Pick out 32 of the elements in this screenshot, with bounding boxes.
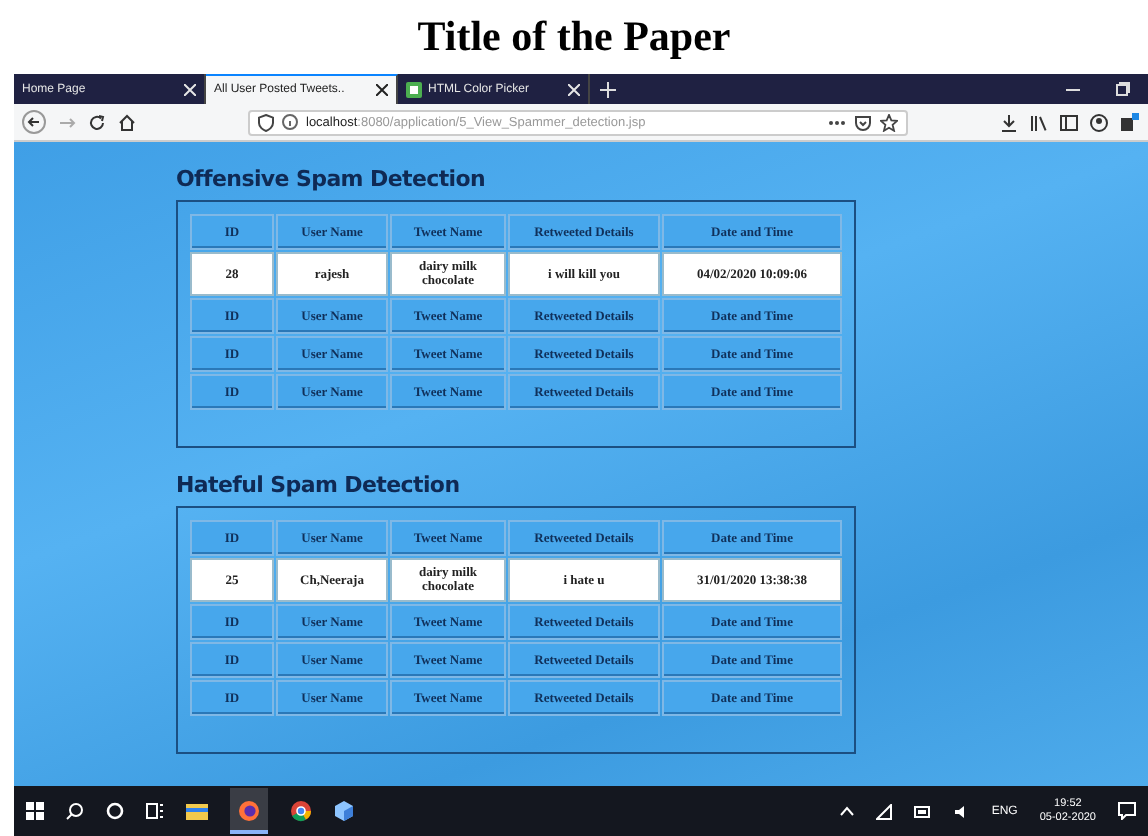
library-icon[interactable] [1030,113,1048,131]
reload-icon[interactable] [88,113,106,131]
back-icon[interactable] [22,110,46,134]
search-icon[interactable] [66,802,84,820]
close-icon[interactable] [376,84,388,96]
cube-icon[interactable] [334,800,354,822]
windows-start-icon[interactable] [26,802,44,820]
task-view-icon[interactable] [146,802,164,820]
home-icon[interactable] [118,113,136,131]
sidebar-icon[interactable] [1060,113,1078,131]
section-heading: Offensive Spam Detection [176,166,488,194]
network-icon[interactable] [875,803,892,819]
speaker-icon[interactable] [953,803,970,819]
browser-app-icon[interactable] [238,800,260,822]
figure-title: Title of the Paper [415,10,733,64]
restore-icon[interactable] [1116,82,1130,96]
battery-icon[interactable] [913,805,932,817]
shield-icon [258,113,274,131]
folder-icon[interactable] [186,802,208,820]
new-tab-icon[interactable] [600,81,616,97]
circle-icon[interactable] [106,802,124,820]
info-icon [282,114,298,130]
notification-icon[interactable] [1118,802,1136,820]
download-icon[interactable] [1000,113,1018,131]
account-icon[interactable] [1090,113,1108,131]
more-icon[interactable] [828,119,846,125]
extension-icon[interactable] [1120,112,1140,132]
star-icon[interactable] [880,113,898,131]
chevron-up-icon[interactable] [839,806,854,816]
pocket-icon[interactable] [854,113,872,131]
section-heading: Hateful Spam Detection [176,472,462,500]
chrome-style-icon[interactable] [290,800,312,822]
